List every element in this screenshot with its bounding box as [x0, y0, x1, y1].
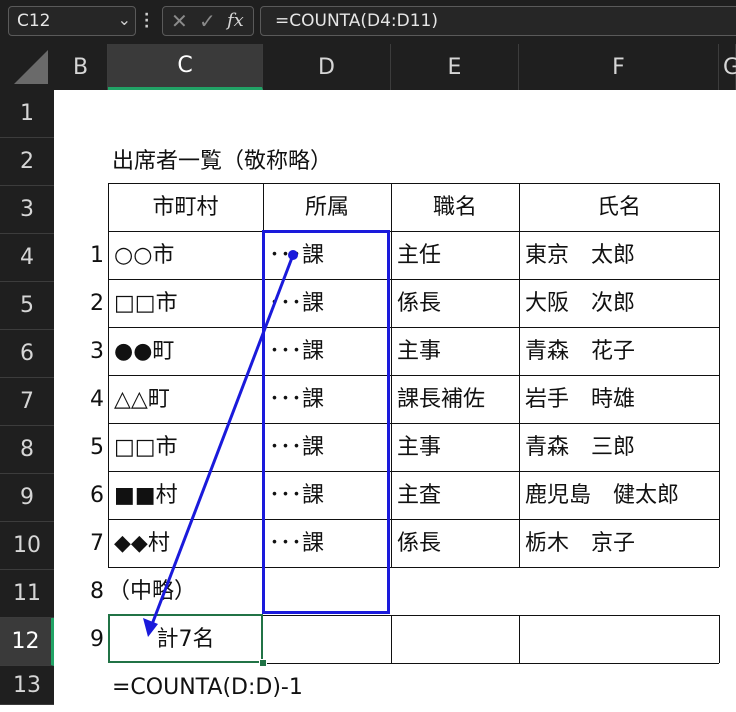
pointer-arrow: [143, 250, 298, 637]
